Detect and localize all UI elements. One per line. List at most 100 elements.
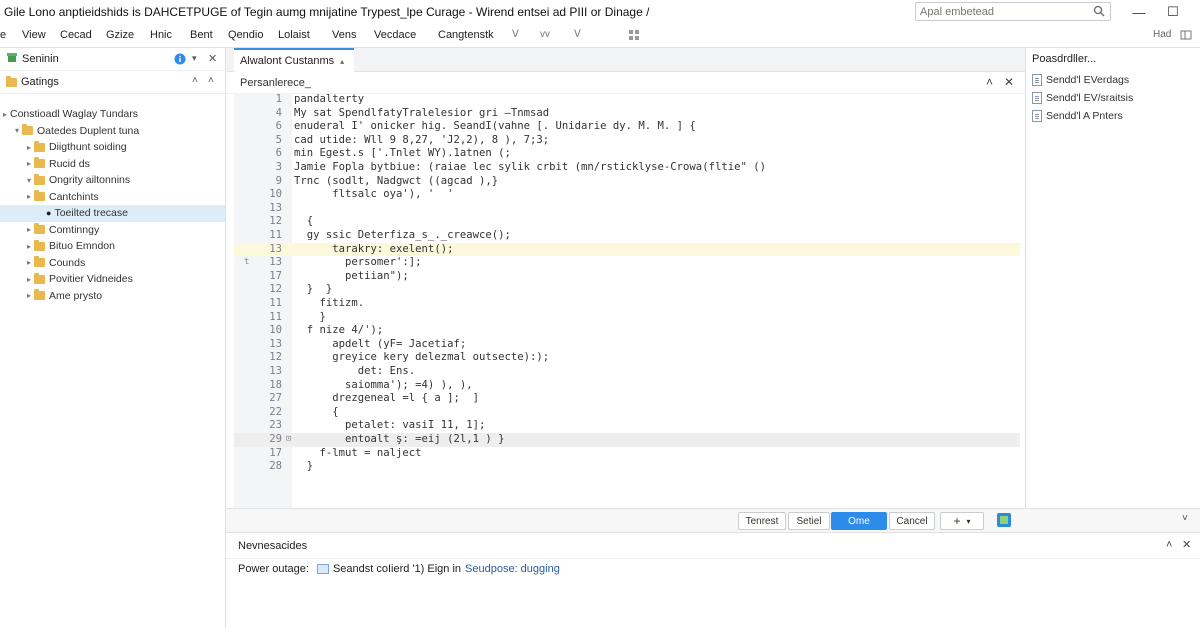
outline-item[interactable]: Sendd'l EVerdags [1026, 71, 1200, 89]
code-line[interactable]: 13 det: Ens. [234, 365, 1020, 379]
tree-item[interactable]: ● Toeilted trecase [0, 205, 225, 222]
code-line[interactable]: 10 fltsalc oya'), ' ' [234, 188, 1020, 202]
menu-item-11[interactable]: Cangtenstk [438, 29, 494, 41]
dropdown-icon[interactable]: ▾ [192, 53, 197, 64]
code-line[interactable]: 11 fitizm. [234, 297, 1020, 311]
code-line[interactable]: 1 pandalterty [234, 93, 1020, 107]
chevron-right-icon[interactable]: ▸ [24, 275, 34, 284]
menu-item-4[interactable]: Gzize [106, 29, 134, 41]
tree-item[interactable]: ▸ Rucid ds [0, 156, 225, 173]
chevron-down-icon[interactable]: ˅ [1182, 513, 1188, 524]
menu-item-view[interactable]: View [22, 29, 46, 41]
editor-tab[interactable]: Alwalont Custanms ▴ [234, 48, 355, 72]
tree-item[interactable]: ▸ Comtinngy [0, 222, 225, 239]
search-input[interactable] [920, 5, 1070, 18]
menu-item-9[interactable]: Vens [332, 29, 356, 41]
code-line[interactable]: 29 entoalt ş: =eij (2l,1 ) } [234, 433, 1020, 447]
code-line[interactable]: 11 } [234, 311, 1020, 325]
chevron-down-icon[interactable]: ▾ [12, 126, 22, 135]
chevron-right-icon[interactable]: ▸ [24, 242, 34, 251]
menu-item-file[interactable]: e [0, 29, 6, 41]
code-line[interactable]: 22 { [234, 406, 1020, 420]
chevron-down-icon[interactable]: ▾ [24, 176, 34, 185]
chevron-up-icon[interactable]: ˄ [986, 75, 993, 89]
breadcrumb[interactable]: Persanlerece_ [240, 77, 311, 89]
toolbar-icon-3[interactable]: ᐯ [574, 29, 586, 41]
chevron-up-icon[interactable]: ▴ [340, 57, 344, 66]
code-line[interactable]: 13 [234, 202, 1020, 216]
chevron-up-icon[interactable]: ˄ [208, 75, 214, 86]
chevron-right-icon[interactable]: ▸ [0, 110, 10, 119]
ok-button[interactable]: Ome [831, 512, 887, 530]
close-icon[interactable]: ✕ [1182, 538, 1191, 551]
tree-item[interactable]: ▸ Ame prysto [0, 288, 225, 305]
menu-item-3[interactable]: Cecad [60, 29, 92, 41]
code-line[interactable]: 13 persomer':]; [234, 256, 1020, 270]
toolbar-icon-2[interactable]: vv [540, 29, 560, 41]
add-button[interactable]: + ▾ [940, 512, 984, 530]
minimize-button[interactable]: — [1130, 3, 1148, 21]
menu-item-7[interactable]: Qendio [228, 29, 263, 41]
app-icon[interactable] [997, 513, 1011, 527]
search-box[interactable] [915, 2, 1111, 21]
chevron-up-icon[interactable]: ˄ [192, 75, 198, 86]
code-line[interactable]: 13 tarakry: exelent(); [234, 242, 1020, 257]
code-line[interactable]: 17 f-lmut = nalject [234, 447, 1020, 461]
close-icon[interactable]: ✕ [1004, 75, 1014, 89]
code-line[interactable]: 10 f nize 4/'); [234, 324, 1020, 338]
menu-item-6[interactable]: Bent [190, 29, 213, 41]
tree-item[interactable]: ▸ Cantchints [0, 189, 225, 206]
outline-item[interactable]: Sendd'l A Pnters [1026, 107, 1200, 125]
tree-item[interactable]: ▸ Counds [0, 255, 225, 272]
code-line[interactable]: 13 apdelt (yF= Jacetiaf; [234, 338, 1020, 352]
layout-icon[interactable] [1180, 29, 1192, 41]
tree-item[interactable]: ▾ Ongrity ailtonnins [0, 172, 225, 189]
tree-item[interactable]: ▸ Povitier Vidneides [0, 271, 225, 288]
chevron-right-icon[interactable]: ▸ [24, 258, 34, 267]
tree-item[interactable]: ▸ Bituo Emndon [0, 238, 225, 255]
menu-right-label[interactable]: Had [1153, 29, 1171, 40]
cancel-button[interactable]: Cancel [889, 512, 935, 530]
code-line[interactable]: 28 } [234, 460, 1020, 474]
code-line[interactable]: 27 drezgeneal =l { a ]; ] [234, 392, 1020, 406]
section-header[interactable]: Gatings ˄ ˄ [0, 71, 225, 94]
gutter-marker-icon[interactable]: t [244, 257, 249, 267]
chevron-right-icon[interactable]: ▸ [24, 225, 34, 234]
maximize-button[interactable]: ☐ [1164, 3, 1182, 21]
chevron-up-icon[interactable]: ˄ [1166, 539, 1172, 551]
menu-item-5[interactable]: Hnic [150, 29, 172, 41]
tree-item[interactable]: ▸ Diigthunt soiding [0, 139, 225, 156]
code-editor[interactable]: 1 pandalterty 4 My sat SpendlfatyTralelesio… [234, 93, 1020, 548]
chevron-right-icon[interactable]: ▸ [24, 291, 34, 300]
select-button[interactable]: Setiel [788, 512, 830, 530]
code-line[interactable]: 9 Trnc (sodlt, Nadgwct ((agcad ),} [234, 175, 1020, 189]
gutter-marker-icon[interactable]: ⊡ [286, 434, 291, 444]
code-line[interactable]: 5 cad utide: Wll 9 8,27, 'J2,2), 8 ), 7;3… [234, 134, 1020, 148]
chevron-right-icon[interactable]: ▸ [24, 143, 34, 152]
tree-item[interactable]: ▾ Oatedes Duplent tuna [0, 123, 225, 140]
chevron-right-icon[interactable]: ▸ [24, 159, 34, 168]
code-line[interactable]: 12 greyice kery delezmal outsecte):); [234, 351, 1020, 365]
toolbar-icon-1[interactable]: ᐯ [512, 29, 524, 41]
toolbar-grid-icon[interactable] [628, 29, 640, 41]
outline-item[interactable]: Sendd'l EV/sraitsis [1026, 89, 1200, 107]
code-line[interactable]: 18 saiomma'); =4) ), ), [234, 379, 1020, 393]
tree-item[interactable]: ▸ Constioadl Waglay Tundars [0, 106, 225, 123]
menu-item-8[interactable]: Lolaist [278, 29, 310, 41]
code-line[interactable]: 4 My sat SpendlfatyTralelesior gri —Tnmsa… [234, 107, 1020, 121]
output-link[interactable]: Seudpose: dugging [465, 563, 560, 575]
code-line[interactable]: 23 petalet: vasiI 11, 1]; [234, 419, 1020, 433]
info-icon[interactable] [174, 53, 186, 68]
close-icon[interactable]: ✕ [208, 52, 217, 65]
code-line[interactable]: 12 { [234, 215, 1020, 229]
code-line[interactable]: 12 } } [234, 283, 1020, 297]
menu-item-10[interactable]: Vecdace [374, 29, 416, 41]
tree-item-label: Counds [49, 256, 86, 269]
code-line[interactable]: 3 Jamie Fopla bytbiue: (raiae lec sylik c… [234, 161, 1020, 175]
code-line[interactable]: 6 min Egest.s ['.Tnlet WY).1atnen (; [234, 147, 1020, 161]
code-line[interactable]: 11 gy ssic Deterfiza_s_._creawce(); [234, 229, 1020, 243]
code-line[interactable]: 17 petiian"); [234, 270, 1020, 284]
test-button[interactable]: Tenrest [738, 512, 786, 530]
code-line[interactable]: 6 enuderal I' onicker hig. SeandI(vahne [… [234, 120, 1020, 134]
chevron-right-icon[interactable]: ▸ [24, 192, 34, 201]
